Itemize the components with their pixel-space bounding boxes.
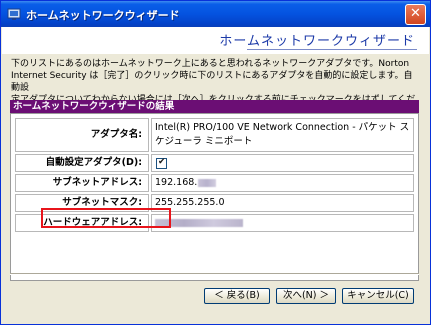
description-line: Internet Security は［完了］のクリック時に下のリストにあるアダ… [11, 71, 413, 93]
close-icon: ✕ [410, 6, 421, 21]
close-button[interactable]: ✕ [405, 4, 426, 25]
subnet-address-value: 192.168. [151, 174, 414, 192]
wizard-header: ホームネットワークウィザード [2, 27, 429, 54]
description-line: 下のリストにあるのはホームネットワーク上にあると思われるネットワークアダプタです… [11, 59, 410, 69]
row-subnet-address: サブネットアドレス: 192.168. [15, 174, 414, 192]
title-bar[interactable]: ホームネットワークウィザード ✕ [1, 1, 430, 27]
results-section-title: ホームネットワークウィザードの結果 [10, 100, 419, 113]
adapter-name-label: アダプタ名: [15, 118, 149, 152]
adapter-name-line2: ケジューラ ミニポート [155, 136, 253, 147]
cancel-button[interactable]: キャンセル(C) [342, 288, 414, 304]
bottom-divider [10, 273, 419, 275]
header-underline [247, 49, 417, 50]
results-table: アダプタ名: Intel(R) PRO/100 VE Network Conne… [10, 113, 419, 281]
wizard-content: 下のリストにあるのはホームネットワーク上にあると思われるネットワークアダプタです… [2, 54, 429, 324]
highlight-frame [41, 208, 171, 228]
row-auto-config: 自動設定アダプタ(D): ✔ [15, 154, 414, 172]
hardware-address-value [151, 214, 414, 232]
page-title: ホームネットワークウィザード [219, 34, 415, 49]
auto-config-label[interactable]: 自動設定アダプタ(D): [15, 154, 149, 172]
subnet-address-text: 192.168. [155, 177, 198, 188]
checkmark-icon: ✔ [158, 157, 166, 167]
network-wizard-icon [7, 8, 21, 20]
window-title: ホームネットワークウィザード [26, 9, 180, 22]
next-button[interactable]: 次へ(N) ＞ [276, 288, 336, 304]
back-button[interactable]: ＜ 戻る(B) [204, 288, 270, 304]
subnet-address-label: サブネットアドレス: [15, 174, 149, 192]
auto-config-label-text: 自動設定アダプタ(D): [45, 157, 142, 168]
adapter-name-value: Intel(R) PRO/100 VE Network Connection -… [151, 118, 414, 152]
row-adapter-name: アダプタ名: Intel(R) PRO/100 VE Network Conne… [15, 118, 414, 152]
wizard-window: ホームネットワークウィザード ✕ ホームネットワークウィザード 下のリストにある… [0, 0, 431, 325]
adapter-name-line1: Intel(R) PRO/100 VE Network Connection -… [155, 122, 410, 133]
redacted-value [198, 178, 217, 187]
subnet-mask-value: 255.255.255.0 [151, 194, 414, 212]
auto-config-checkbox[interactable]: ✔ [156, 157, 167, 169]
auto-config-value: ✔ [151, 154, 414, 172]
